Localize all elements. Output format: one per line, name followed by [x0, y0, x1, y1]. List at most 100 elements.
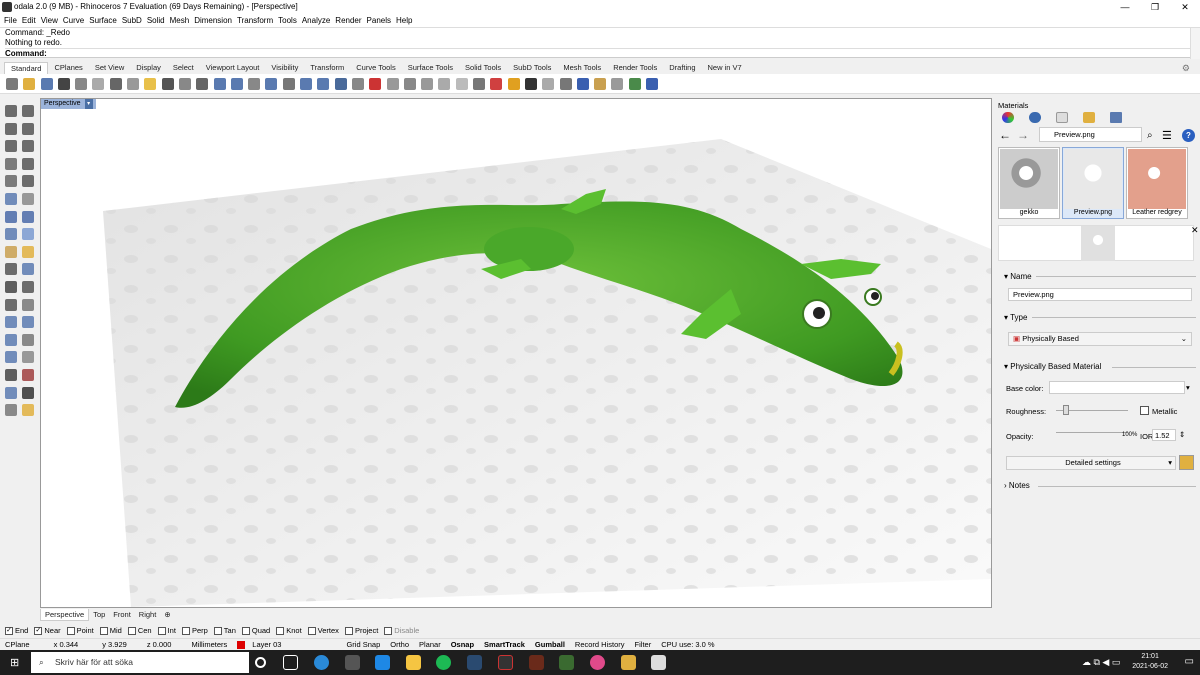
- edge-icon[interactable]: [314, 655, 329, 670]
- toolbar-tool-icon[interactable]: [542, 77, 555, 90]
- osnap-perp[interactable]: Perp: [181, 626, 208, 635]
- tab-transform[interactable]: Transform: [304, 62, 350, 74]
- filter-toggle[interactable]: Filter: [630, 639, 657, 650]
- menu-transform[interactable]: Transform: [237, 14, 278, 27]
- toolbar-tool-icon[interactable]: [144, 77, 157, 90]
- gumball-toggle[interactable]: Gumball: [530, 639, 570, 650]
- palette-tool-icon[interactable]: [5, 157, 17, 170]
- menu-analyze[interactable]: Analyze: [302, 14, 335, 27]
- palette-tool-icon[interactable]: [22, 316, 34, 329]
- osnap-checkbox[interactable]: [213, 626, 222, 635]
- toolbar-tool-icon[interactable]: [265, 77, 278, 90]
- osnap-int[interactable]: Int: [157, 626, 176, 635]
- osnap-checkbox[interactable]: [99, 626, 108, 635]
- folder-icon[interactable]: [1083, 112, 1095, 123]
- menu-help[interactable]: Help: [396, 14, 417, 27]
- perspective-viewport[interactable]: [40, 98, 992, 608]
- toolbar-tool-icon[interactable]: [317, 77, 330, 90]
- viewport-dropdown-icon[interactable]: ▾: [84, 99, 93, 109]
- palette-tool-icon[interactable]: [22, 140, 34, 153]
- toolbar-tool-icon[interactable]: [109, 77, 122, 90]
- tab-solid-tools[interactable]: Solid Tools: [459, 62, 507, 74]
- app-icon[interactable]: [621, 655, 636, 670]
- osnap-checkbox[interactable]: [384, 626, 393, 635]
- toolbar-tool-icon[interactable]: [559, 77, 572, 90]
- tab-drafting[interactable]: Drafting: [663, 62, 701, 74]
- osnap-checkbox[interactable]: [157, 626, 166, 635]
- menu-tools[interactable]: Tools: [278, 14, 302, 27]
- toolbar-tool-icon[interactable]: [455, 77, 468, 90]
- tab-display[interactable]: Display: [130, 62, 167, 74]
- toolbar-tool-icon[interactable]: [248, 77, 261, 90]
- viewport-tab-perspective[interactable]: Perspective: [40, 609, 90, 621]
- osnap-knot[interactable]: Knot: [276, 626, 302, 635]
- layer-indicator[interactable]: Layer 03: [232, 639, 291, 650]
- opacity-slider-track[interactable]: [1056, 432, 1128, 433]
- palette-tool-icon[interactable]: [5, 228, 17, 241]
- cplane-label[interactable]: CPlane: [0, 639, 35, 650]
- app-icon[interactable]: [529, 655, 544, 670]
- toolbar-tool-icon[interactable]: [127, 77, 140, 90]
- close-preview-icon[interactable]: ✕: [1191, 225, 1199, 236]
- osnap-checkbox[interactable]: ✓: [34, 626, 43, 635]
- menu-curve[interactable]: Curve: [63, 14, 89, 27]
- palette-tool-icon[interactable]: [22, 193, 34, 205]
- toolbar-tool-icon[interactable]: [594, 77, 607, 90]
- notification-icon[interactable]: ▭: [1185, 656, 1194, 667]
- palette-tool-icon[interactable]: [22, 122, 34, 135]
- osnap-checkbox[interactable]: [276, 626, 285, 635]
- tab-surface-tools[interactable]: Surface Tools: [402, 62, 459, 74]
- osnap-mid[interactable]: Mid: [99, 626, 122, 635]
- menu-view[interactable]: View: [41, 14, 63, 27]
- menu-file[interactable]: File: [4, 14, 22, 27]
- color-wheel-icon[interactable]: [1002, 112, 1014, 123]
- osnap-cen[interactable]: Cen: [127, 626, 152, 635]
- viewport-title[interactable]: Perspective ▾: [41, 99, 96, 109]
- ior-stepper-icon[interactable]: ⇕: [1179, 430, 1185, 439]
- detailed-settings-button[interactable]: Detailed settings ▾: [1006, 456, 1176, 470]
- palette-tool-icon[interactable]: [22, 157, 34, 170]
- osnap-checkbox[interactable]: ✓: [5, 626, 13, 635]
- smarttrack-toggle[interactable]: SmartTrack: [479, 639, 530, 650]
- menu-edit[interactable]: Edit: [22, 14, 41, 27]
- material-thumbnail[interactable]: Leather redgrey: [1126, 147, 1188, 219]
- roughness-slider-thumb[interactable]: [1063, 405, 1070, 415]
- toolbar-tool-icon[interactable]: [92, 77, 105, 90]
- tab-standard[interactable]: Standard: [4, 62, 49, 74]
- palette-tool-icon[interactable]: [22, 369, 34, 381]
- toolbar-tool-icon[interactable]: [611, 77, 624, 90]
- palette-tool-icon[interactable]: [5, 316, 17, 329]
- osnap-checkbox[interactable]: [307, 626, 316, 635]
- toolbar-tool-icon[interactable]: [196, 77, 209, 90]
- type-section-header[interactable]: ▾ Type: [1004, 313, 1027, 322]
- palette-tool-icon[interactable]: [5, 122, 17, 135]
- toolbar-tool-icon[interactable]: [40, 77, 53, 90]
- tab-visibility[interactable]: Visibility: [265, 62, 304, 74]
- rhino-taskbar-icon[interactable]: [651, 655, 666, 670]
- viewport-tab-right[interactable]: Right: [135, 609, 161, 621]
- toolbar-tool-icon[interactable]: [473, 77, 486, 90]
- help-icon[interactable]: ?: [1182, 128, 1195, 142]
- toolbar-tool-icon[interactable]: [490, 77, 503, 90]
- viewport-tab-top[interactable]: Top: [89, 609, 109, 621]
- cortana-icon[interactable]: [255, 657, 266, 668]
- spotify-icon[interactable]: [436, 655, 451, 670]
- ortho-toggle[interactable]: Ortho: [385, 639, 414, 650]
- toolbar-tool-icon[interactable]: [524, 77, 537, 90]
- render-sphere-icon[interactable]: [1029, 112, 1041, 123]
- osnap-checkbox[interactable]: [181, 626, 190, 635]
- osnap-toggle[interactable]: Osnap: [446, 639, 479, 650]
- image-icon[interactable]: [1110, 112, 1122, 123]
- palette-tool-icon[interactable]: [5, 193, 17, 205]
- notes-section-header[interactable]: › Notes: [1004, 481, 1030, 490]
- tab-mesh-tools[interactable]: Mesh Tools: [557, 62, 607, 74]
- toolbar-tool-icon[interactable]: [386, 77, 399, 90]
- menu-panels[interactable]: Panels: [367, 14, 396, 27]
- material-name-input[interactable]: Preview.png: [1008, 288, 1192, 301]
- toolbar-tool-icon[interactable]: [213, 77, 226, 90]
- palette-tool-icon[interactable]: [5, 369, 17, 381]
- palette-tool-icon[interactable]: [22, 298, 34, 311]
- file-explorer-icon[interactable]: [406, 655, 421, 670]
- store-icon[interactable]: [345, 655, 360, 670]
- palette-tool-icon[interactable]: [5, 386, 17, 399]
